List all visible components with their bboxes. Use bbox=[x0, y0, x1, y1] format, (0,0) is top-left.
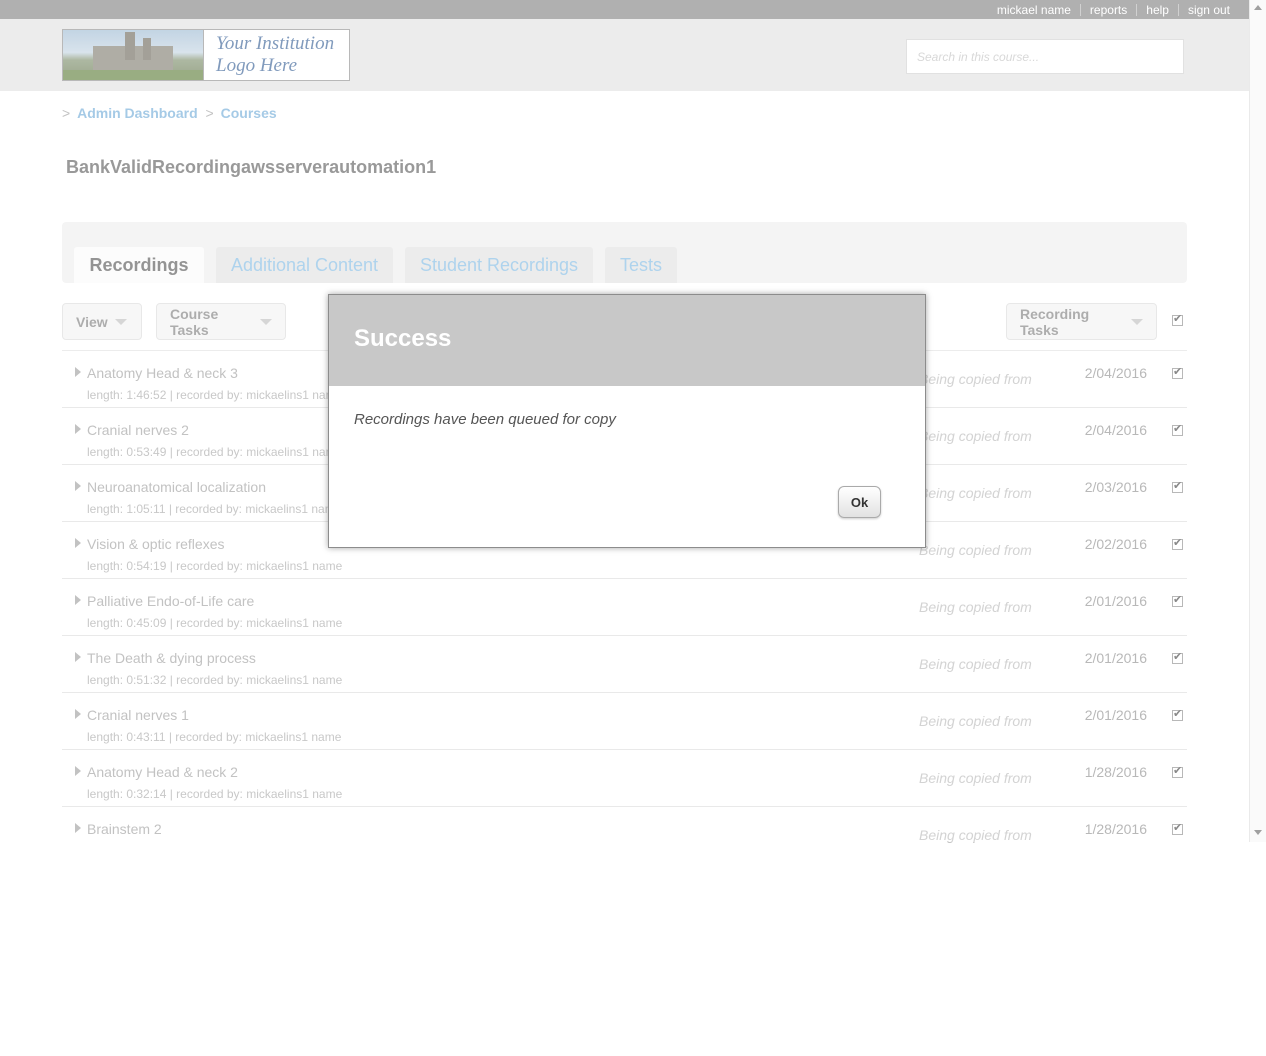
page: mickael name reports help sign out Your … bbox=[0, 0, 1249, 1056]
ok-button[interactable]: Ok bbox=[838, 486, 881, 518]
dialog-message: Recordings have been queued for copy bbox=[354, 411, 616, 428]
scroll-up-icon[interactable] bbox=[1254, 5, 1262, 10]
dialog-title: Success bbox=[354, 325, 452, 352]
scroll-down-icon[interactable] bbox=[1254, 830, 1262, 835]
vertical-scrollbar[interactable] bbox=[1249, 0, 1266, 842]
dialog-header: Success bbox=[329, 295, 925, 386]
success-dialog: Success Recordings have been queued for … bbox=[328, 294, 926, 548]
